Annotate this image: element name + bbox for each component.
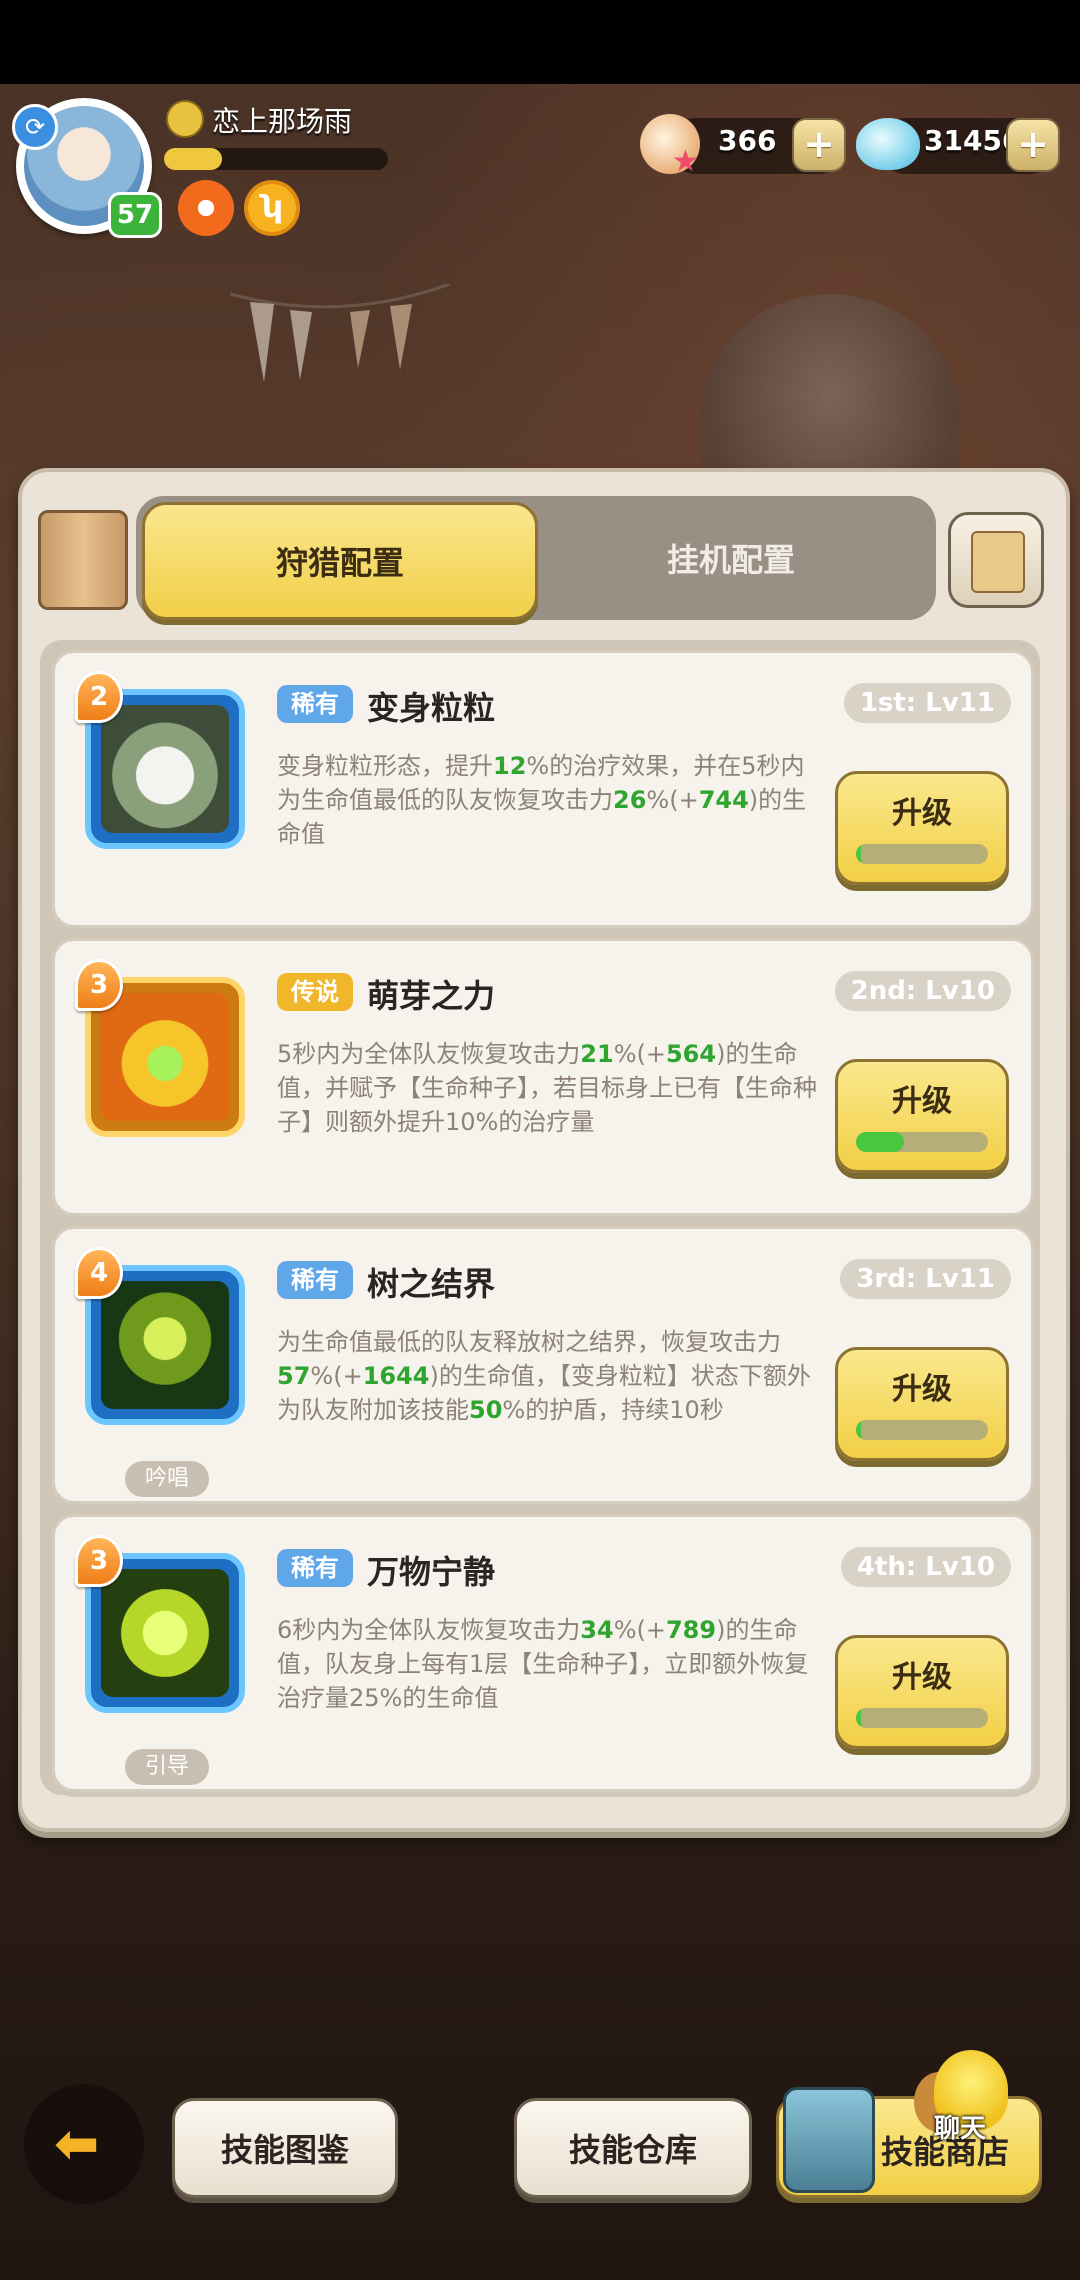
skill-guide-button[interactable] [948,512,1044,608]
upgrade-label: 升级 [892,796,952,831]
shop-card-icon [783,2087,875,2193]
skill-description-part: 1644 [362,1362,430,1390]
skill-description-part: 12 [493,752,527,780]
upgrade-progress-fill [856,844,862,864]
skill-name: 树之结界 [367,1265,496,1303]
skill-description-part: 5秒内为全体队友恢复攻击力 [277,1040,581,1068]
skill-card[interactable]: 3 引导 稀有 万物宁静 4th: Lv10 6秒内为全体队友恢复攻击力34%(+789)… [52,1514,1034,1792]
skill-description-part: %的护盾，持续10秒 [502,1396,724,1424]
back-arrow-icon: ⬅ [54,2112,100,2175]
skill-name: 变身粒粒 [367,689,496,727]
skill-slot-level: 2nd: Lv10 [834,971,1011,1011]
achievement-badge-icon[interactable] [178,180,234,236]
upgrade-progress-bar [856,1420,988,1440]
skill-cost-badge: 2 [75,671,123,723]
upgrade-label: 升级 [892,1660,952,1695]
skill-description-part: %(+ [310,1362,363,1390]
upgrade-progress-fill [856,1132,904,1152]
player-name: 恋上那场雨 [212,105,353,138]
book-icon [971,531,1025,593]
skill-rarity-badge: 稀有 [277,685,353,723]
gem-icon [856,118,920,170]
skill-description: 6秒内为全体队友恢复攻击力34%(+789)的生命值，队友身上每有1层【生命种子… [277,1613,817,1715]
skill-description-part: %(+ [613,1040,666,1068]
xp-bar [164,148,388,170]
skill-cost-badge: 3 [75,959,123,1011]
skill-description-part: 50 [469,1396,503,1424]
skill-name: 萌芽之力 [367,977,496,1015]
skill-description-part: %(+ [613,1616,666,1644]
skill-description: 为生命值最低的队友释放树之结界，恢复攻击力57%(+1644)的生命值，【变身粒… [277,1325,817,1427]
skill-art-icon [101,705,229,833]
chat-label: 聊天 [934,2114,987,2144]
skill-description-part: 57 [277,1362,311,1390]
refresh-icon[interactable]: ⟳ [12,104,58,150]
skill-rarity-badge: 稀有 [277,1549,353,1587]
skill-description-part: 564 [665,1040,717,1068]
skill-description-part: 789 [665,1616,717,1644]
upgrade-button[interactable]: 升级 [835,1635,1009,1749]
skill-art-icon [101,1569,229,1697]
back-button[interactable]: ⬅ [24,2084,144,2204]
skill-card[interactable]: 4 吟唱 稀有 树之结界 3rd: Lv11 为生命值最低的队友释放树之结界，恢复攻击力 5… [52,1226,1034,1504]
skill-cast-type-tag: 引导 [125,1749,209,1785]
upgrade-progress-bar [856,1708,988,1728]
upgrade-button[interactable]: 升级 [835,1347,1009,1461]
skill-description-part: 21 [580,1040,614,1068]
config-tabs: 狩猎配置 挂机配置 [136,496,936,620]
scroll-icon[interactable] [38,510,128,610]
skill-name: 万物宁静 [367,1553,496,1591]
skill-description-part: 26 [613,786,647,814]
fang-garland-decoration [230,284,450,382]
skill-slot-level: 4th: Lv10 [840,1547,1011,1587]
tab-hunt-config[interactable]: 狩猎配置 [142,502,538,620]
player-level-badge: 57 [108,192,162,238]
skill-description: 变身粒粒形态，提升12%的治疗效果，并在5秒内为生命值最低的队友恢复攻击力26%… [277,749,817,851]
skill-description-part: 6秒内为全体队友恢复攻击力 [277,1616,581,1644]
skill-description-part: 变身粒粒形态，提升 [277,752,493,780]
skill-card[interactable]: 3 传说 萌芽之力 2nd: Lv10 5秒内为全体队友恢复攻击力21%(+564)的生… [52,938,1034,1216]
skill-art-icon [101,1281,229,1409]
upgrade-progress-fill [856,1708,862,1728]
skill-description-part: 34 [580,1616,614,1644]
upgrade-button[interactable]: 升级 [835,1059,1009,1173]
skill-description-part: 744 [698,786,749,814]
skill-cost-badge: 3 [75,1535,123,1587]
skill-cast-type-tag: 吟唱 [125,1461,209,1497]
skill-storage-button[interactable]: 技能仓库 [514,2098,752,2198]
skill-description: 5秒内为全体队友恢复攻击力21%(+564)的生命值，并赋予【生命种子】，若目标… [277,1037,817,1139]
xp-bar-fill [164,148,223,170]
skill-slot-level: 1st: Lv11 [843,683,1011,723]
add-pearls-button[interactable]: + [792,118,846,172]
skill-art-icon [101,993,229,1121]
upgrade-label: 升级 [892,1372,952,1407]
skill-rarity-badge: 稀有 [277,1261,353,1299]
skill-description-part: %(+ [646,786,699,814]
starfish-icon: ★ [672,144,699,179]
upgrade-progress-bar [856,844,988,864]
pearl-count: 366 [718,124,777,157]
skill-description-part: 为生命值最低的队友释放树之结界，恢复攻击力 [277,1328,781,1356]
tab-idle-config[interactable]: 挂机配置 [536,502,926,614]
skill-card[interactable]: 2 稀有 变身粒粒 1st: Lv11 变身粒粒形态，提升12%的治疗效果，并在5秒内为… [52,650,1034,928]
player-title-icon [166,100,204,138]
upgrade-progress-fill [856,1420,862,1440]
skill-rarity-badge: 传说 [277,973,353,1011]
upgrade-progress-bar [856,1132,988,1152]
skill-cost-badge: 4 [75,1247,123,1299]
upgrade-button[interactable]: 升级 [835,771,1009,885]
upgrade-label: 升级 [892,1084,952,1119]
clan-badge-icon[interactable]: ʮ [244,180,300,236]
chat-button[interactable]: 聊天 [914,2050,1020,2146]
skill-slot-level: 3rd: Lv11 [840,1259,1011,1299]
skill-codex-button[interactable]: 技能图鉴 [172,2098,398,2198]
add-gems-button[interactable]: + [1006,118,1060,172]
